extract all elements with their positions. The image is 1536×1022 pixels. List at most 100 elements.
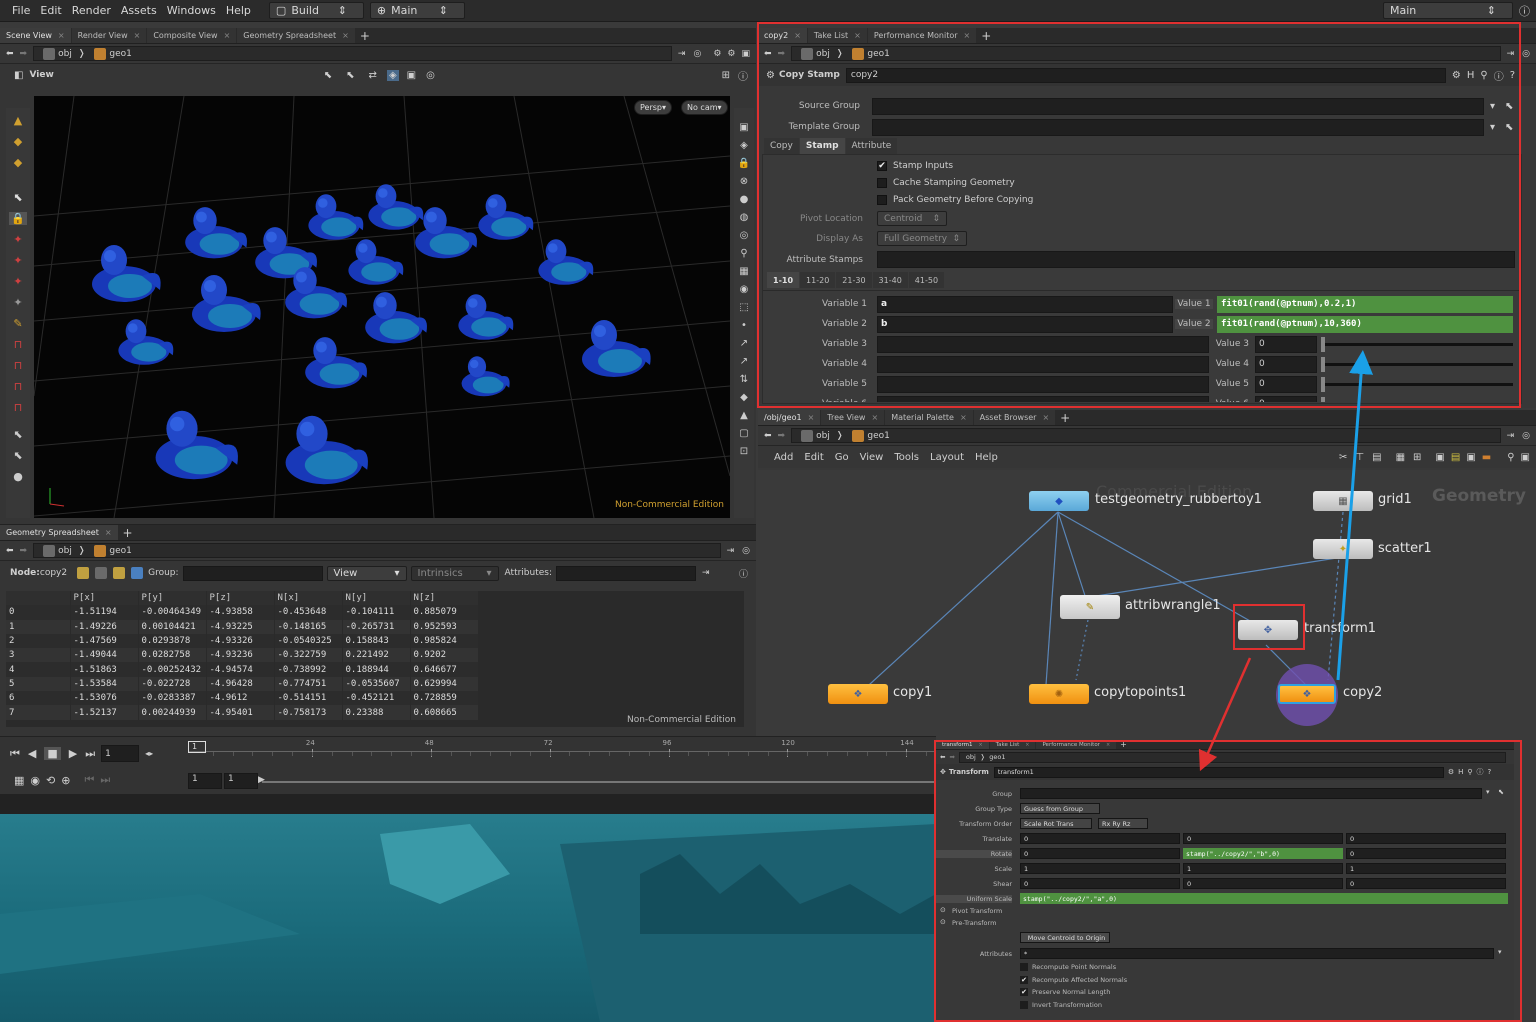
slider-handle[interactable]: [1321, 356, 1325, 372]
pin-icon[interactable]: ⇥: [727, 546, 735, 556]
tab-render-view[interactable]: Render View ×: [71, 28, 147, 43]
back-arrow-icon[interactable]: ⬅: [764, 431, 772, 441]
net-menu-tools[interactable]: Tools: [894, 452, 919, 463]
forward-arrow-icon[interactable]: ➡: [949, 753, 954, 761]
value-field[interactable]: 0: [1255, 335, 1317, 353]
tab-take-list[interactable]: Take List ×: [807, 28, 867, 43]
grid-toggle-icon[interactable]: ◎: [426, 70, 435, 81]
group-field[interactable]: [182, 565, 323, 581]
display-as-select[interactable]: Full Geometry ⇕: [877, 231, 967, 246]
select-arrow-icon[interactable]: ⬉: [1505, 101, 1513, 112]
link-icon[interactable]: ◎: [742, 546, 750, 556]
rotate-field-2[interactable]: 0: [1346, 848, 1506, 859]
orbit-icon[interactable]: ⬉: [13, 449, 22, 462]
display-icon-18[interactable]: ⊡: [740, 446, 748, 457]
checkbox[interactable]: ✔: [1020, 988, 1028, 996]
display-icon-4[interactable]: ●: [740, 194, 749, 205]
pin-icon[interactable]: ⇥: [1507, 431, 1515, 441]
tab-tree-view[interactable]: Tree View ×: [821, 410, 885, 425]
column-header[interactable]: N[x]: [274, 591, 343, 606]
table-row[interactable]: 4 -1.51863 -0.00252432 -4.94574 -0.738992 0.1…: [6, 662, 479, 677]
add-tab-icon[interactable]: +: [123, 526, 133, 540]
network-path-field[interactable]: obj ❭ geo1: [791, 428, 1501, 443]
select-tool-icon[interactable]: ⬉: [324, 70, 332, 81]
display-icon-9[interactable]: ◉: [740, 284, 749, 295]
net-menu-edit[interactable]: Edit: [804, 452, 823, 463]
link-icon[interactable]: ◎: [1522, 49, 1530, 59]
path-obj[interactable]: obj: [816, 49, 830, 59]
menu-render[interactable]: Render: [72, 4, 111, 17]
color-icon[interactable]: ▬: [1482, 452, 1491, 463]
range-tab-31-40[interactable]: 31-40: [872, 272, 908, 288]
tab-asset-browser[interactable]: Asset Browser ×: [973, 410, 1056, 425]
variable-name-field[interactable]: b: [877, 315, 1173, 333]
display-icon-14[interactable]: ⇅: [740, 374, 748, 385]
source-group-field[interactable]: [872, 97, 1484, 115]
range-handle-icon[interactable]: ▶: [258, 775, 265, 785]
expand-pivot-icon[interactable]: ⊙: [940, 906, 946, 914]
table-row[interactable]: 1 -1.49226 0.00104421 -4.93225 -0.148165 -0.2…: [6, 619, 479, 634]
jump-end-icon[interactable]: ⏭: [85, 747, 95, 761]
node-scatter[interactable]: ✦: [1313, 539, 1373, 559]
move-centroid-button[interactable]: Move Centroid to Origin: [1020, 932, 1110, 943]
dropdown-icon[interactable]: ▾: [1490, 122, 1495, 133]
note-icon[interactable]: ▤: [1451, 452, 1460, 463]
list-icon[interactable]: ▤: [1372, 452, 1381, 463]
keys-icon[interactable]: ⊕: [61, 774, 70, 787]
audio-icon[interactable]: ◉: [30, 774, 40, 787]
path-geo[interactable]: geo1: [109, 546, 131, 556]
table-row[interactable]: 0 -1.51194 -0.00464349 -4.93858 -0.453648 -0.…: [6, 605, 479, 620]
help-icon[interactable]: ⓘ: [738, 68, 748, 83]
node-name-field[interactable]: copy2: [845, 67, 1446, 83]
help-icon[interactable]: ⓘ: [739, 567, 748, 580]
window-icon[interactable]: ▣: [1521, 452, 1530, 463]
menu-windows[interactable]: Windows: [167, 4, 216, 17]
search-icon[interactable]: ⚲: [1480, 70, 1487, 81]
persp-menu[interactable]: Persp ▾: [634, 100, 673, 115]
group-type-select[interactable]: Guess from Group: [1020, 803, 1100, 814]
help-h-icon[interactable]: H: [1458, 768, 1463, 776]
display-icon-16[interactable]: ▲: [740, 410, 748, 421]
shear-field-0[interactable]: 0: [1020, 878, 1180, 889]
slider-handle[interactable]: [1321, 376, 1325, 392]
net-menu-add[interactable]: Add: [774, 452, 793, 463]
table-row[interactable]: 2 -1.47569 0.0293878 -4.93326 -0.0540325 0.15…: [6, 633, 479, 649]
jump-start-icon[interactable]: ⏮: [10, 747, 20, 761]
display-icon-15[interactable]: ◆: [740, 392, 748, 403]
current-frame-field[interactable]: 1: [101, 745, 140, 762]
node-transform[interactable]: ✥: [1238, 620, 1298, 640]
column-header[interactable]: N[z]: [410, 591, 479, 606]
brush-icon[interactable]: ✎: [13, 317, 22, 330]
group-field[interactable]: [1020, 788, 1482, 799]
camera-menu[interactable]: No cam ▾: [681, 100, 728, 115]
transform-path-field[interactable]: obj ❭ geo1: [958, 751, 1506, 763]
desktop-main-select[interactable]: ⊕ Main ⇕: [369, 2, 465, 19]
node-copy1[interactable]: ❖: [828, 684, 888, 704]
dropdown-icon[interactable]: ▾: [1486, 788, 1490, 796]
variable-name-field[interactable]: [877, 395, 1209, 402]
add-tab-icon[interactable]: +: [360, 29, 370, 43]
display-lock-icon[interactable]: 🔒: [738, 158, 750, 169]
display-options-icon[interactable]: ⚙: [713, 49, 721, 59]
pack-checkbox[interactable]: [877, 195, 887, 205]
parameter-path-field[interactable]: obj ❭ geo1: [791, 46, 1501, 61]
path-obj[interactable]: obj: [966, 753, 976, 761]
camera-tool-icon[interactable]: ◆: [14, 135, 22, 148]
handle-icon[interactable]: ⇄: [369, 70, 377, 81]
loop-icon[interactable]: ⟲: [46, 774, 55, 787]
select-arrow-icon[interactable]: ⬉: [13, 191, 22, 204]
forward-arrow-icon[interactable]: ➡: [20, 49, 28, 59]
tab-scene-view[interactable]: Scene View ×: [0, 28, 71, 43]
tab-copy2[interactable]: copy2 ×: [758, 28, 807, 43]
select-arrow-icon[interactable]: ⬉: [1498, 788, 1504, 796]
magnet-icon[interactable]: ⊓: [14, 338, 23, 351]
window-icon[interactable]: ▣: [741, 49, 750, 59]
realtime-icon[interactable]: ▦: [14, 774, 24, 787]
column-header[interactable]: P[x]: [70, 591, 139, 606]
table-row[interactable]: 5 -1.53584 -0.022728 -4.96428 -0.774751 -0.05…: [6, 676, 479, 692]
info-icon[interactable]: ⓘ: [1494, 68, 1504, 83]
shelf-main-select[interactable]: Main ⇕: [1383, 2, 1513, 19]
column-header[interactable]: N[y]: [342, 591, 411, 606]
stop-icon[interactable]: ■: [44, 747, 61, 760]
range-tab-1-10[interactable]: 1-10: [767, 272, 800, 288]
